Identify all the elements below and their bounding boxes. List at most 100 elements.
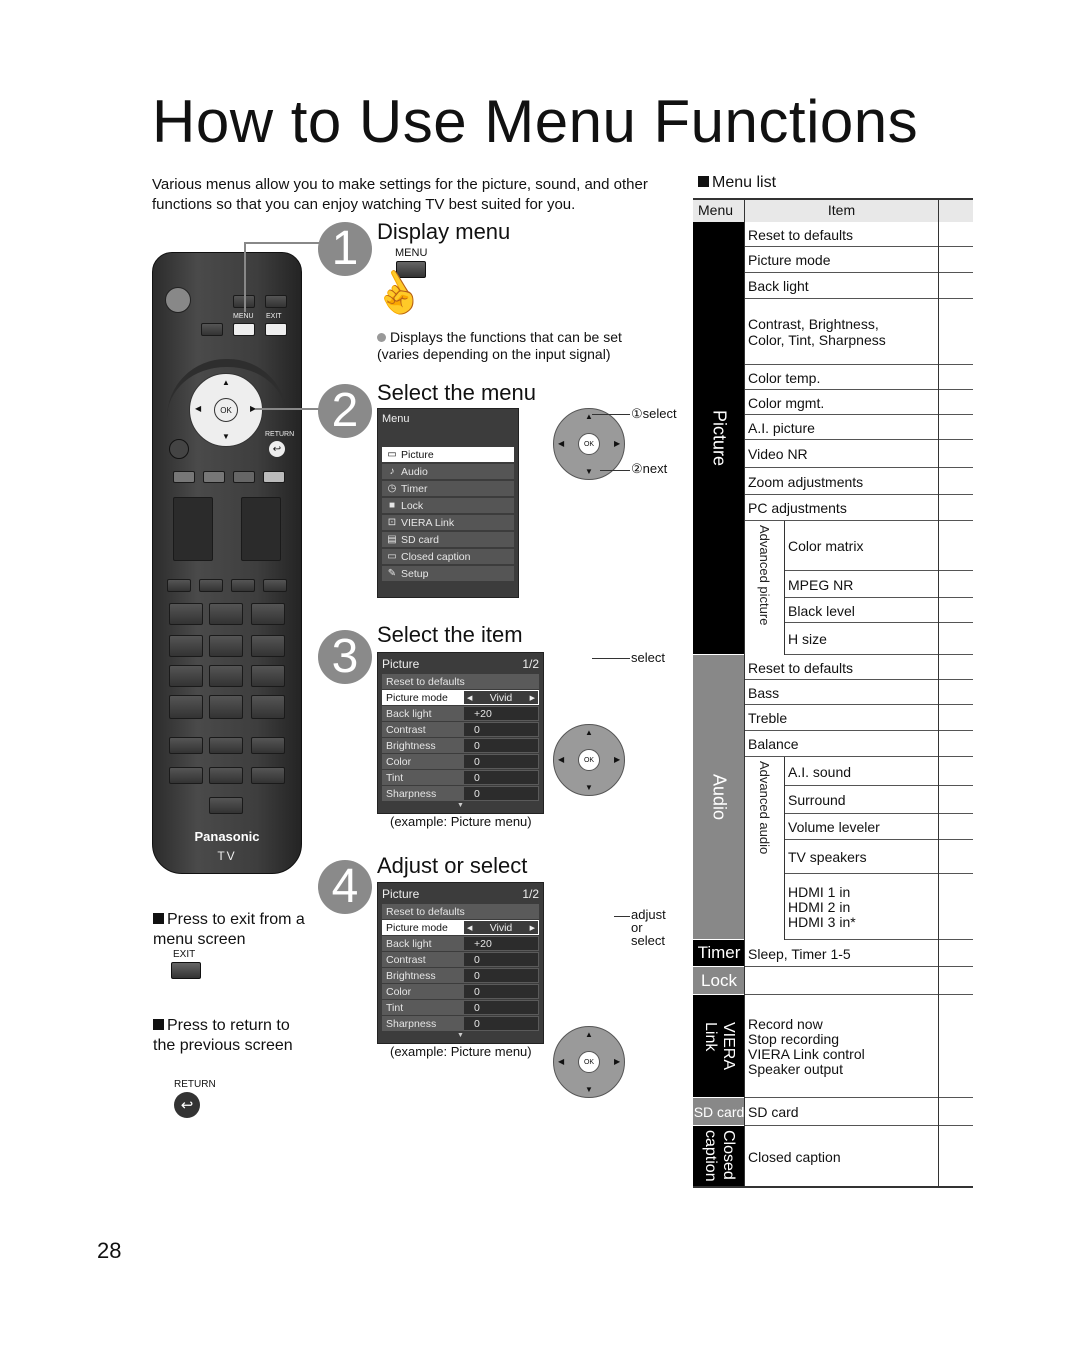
table-row-item: HDMI 1 in HDMI 2 in HDMI 3 in* — [788, 883, 856, 930]
right-arrow-icon: ▶ — [529, 924, 535, 932]
menu-item-label: Lock — [401, 499, 424, 512]
osd-row-value: 0 — [464, 755, 538, 768]
page-title: How to Use Menu Functions — [152, 88, 919, 155]
menu-label: MENU — [233, 313, 254, 320]
table-row-item: Zoom adjustments — [748, 473, 864, 490]
dpad-diagram: OK ▲ ▼ ◀ ▶ — [553, 1026, 625, 1098]
callout-next: ②next — [631, 461, 668, 476]
osd-row-value: +20 — [464, 937, 538, 950]
menu-item-sd-card: ▤ SD card — [382, 532, 514, 547]
osd-rows: Reset to defaults Picture mode ◀ Vivid ▶ Back… — [378, 904, 543, 1031]
osd-row-tint: Tint 0 — [382, 1000, 539, 1015]
square-bullet-icon — [153, 913, 164, 924]
menu-item-label: Audio — [401, 465, 428, 478]
category-timer: Timer — [693, 940, 745, 967]
up-arrow-icon: ▲ — [585, 728, 593, 737]
table-row-item: Reset to defaults — [748, 659, 854, 676]
category-closed-caption: Closed caption — [693, 1126, 745, 1187]
ok-button-icon: OK — [578, 433, 600, 455]
sd-card-icon: ▤ — [387, 534, 397, 545]
step-4-badge: 4 — [318, 860, 372, 914]
exit-button-icon — [171, 962, 201, 979]
osd-title: Picture — [382, 657, 420, 671]
osd-row-label: Sharpness — [386, 787, 437, 800]
menu-item-picture: ▭ Picture — [382, 447, 514, 462]
osd-row-value: 0 — [464, 969, 538, 982]
osd-value-text: Vivid — [489, 691, 513, 704]
osd-row-reset-to-defaults: Reset to defaults — [382, 904, 539, 919]
category-label: VIERA Link — [702, 1021, 737, 1070]
table-row-item: MPEG NR — [788, 576, 854, 593]
category-label: Timer — [697, 943, 741, 962]
category-label: Closed caption — [702, 1130, 737, 1182]
return-note-text: Press to return to the previous screen — [153, 1017, 293, 1054]
lock-icon: ■ — [388, 500, 396, 511]
osd-caption: (example: Picture menu) — [390, 1044, 532, 1059]
remote-control: MENU EXIT OK ▲ ▼ ◀ ▶ RETURN ↩ Panasonic … — [152, 252, 302, 874]
connector-line — [244, 242, 324, 244]
osd-row-label: Color — [386, 755, 412, 768]
table-row-item: Bass — [748, 684, 780, 701]
row-divider — [785, 654, 973, 655]
remote-button — [231, 579, 255, 592]
menu-button — [233, 323, 255, 336]
osd-row-value: ◀ Vivid ▶ — [464, 691, 538, 704]
table-row-item: Sleep, Timer 1-5 — [748, 945, 851, 962]
remote-button — [209, 603, 243, 625]
audio-icon: ♪ — [389, 466, 395, 477]
connector-line — [244, 242, 246, 312]
table-row-item: Treble — [748, 710, 788, 726]
osd-row-reset-to-defaults: Reset to defaults — [382, 674, 539, 689]
remote-button — [251, 737, 285, 754]
category-label: SD card — [693, 1103, 745, 1120]
osd-row-label: Picture mode — [386, 691, 448, 704]
osd-row-color: Color 0 — [382, 984, 539, 999]
osd-caption: (example: Picture menu) — [390, 814, 532, 829]
row-divider — [785, 622, 973, 623]
osd-row-back-light: Back light +20 — [382, 936, 539, 951]
remote-button — [209, 767, 243, 784]
square-bullet-icon — [698, 176, 709, 187]
divider — [938, 198, 939, 1187]
osd-row-label: Brightness — [386, 969, 436, 982]
category-audio: Audio — [693, 655, 745, 940]
menu-item-label: Timer — [401, 482, 428, 495]
menu-item-label: VIERA Link — [401, 516, 455, 529]
left-arrow-icon: ◀ — [467, 924, 473, 932]
osd-row-label: Back light — [386, 707, 432, 720]
osd-title: Picture — [382, 887, 420, 901]
row-divider — [785, 597, 973, 598]
up-arrow-icon: ▲ — [585, 1030, 593, 1039]
category-label: Audio — [709, 773, 730, 821]
callout-line — [614, 916, 630, 917]
osd-row-label: Picture mode — [386, 921, 448, 934]
remote-button — [209, 797, 243, 814]
down-arrow-icon: ▼ — [585, 1085, 593, 1094]
menu-item-setup: ✎ Setup — [382, 566, 514, 581]
callout-select: select — [631, 650, 665, 665]
menu-item-audio: ♪ Audio — [382, 464, 514, 479]
callout-line-3: select — [631, 933, 665, 948]
step-3-title: Select the item — [377, 622, 523, 647]
osd-row-contrast: Contrast 0 — [382, 952, 539, 967]
callout-line — [592, 658, 630, 659]
channel-rocker — [241, 497, 281, 561]
brand-logo: Panasonic — [194, 829, 260, 844]
remote-button — [169, 603, 203, 625]
osd-row-value: +20 — [464, 707, 538, 720]
category-lock: Lock — [693, 967, 745, 995]
menu-list-heading-text: Menu list — [712, 174, 777, 191]
menu-item-label: Closed caption — [401, 550, 471, 563]
ok-button-icon: OK — [578, 1051, 600, 1073]
table-row-item: TV speakers — [788, 849, 867, 865]
col-header-menu: Menu — [698, 202, 734, 218]
callout-select: ①select — [631, 406, 677, 421]
table-row-item: Picture mode — [748, 252, 831, 268]
osd-row-label: Tint — [386, 1001, 404, 1014]
table-row-item: A.I. sound — [788, 763, 852, 780]
category-label: Lock — [701, 970, 737, 990]
return-button-label: RETURN — [174, 1079, 216, 1090]
row-divider — [785, 785, 973, 786]
callout-line — [600, 470, 630, 471]
return-note: Press to return to the previous screen — [153, 1016, 303, 1056]
